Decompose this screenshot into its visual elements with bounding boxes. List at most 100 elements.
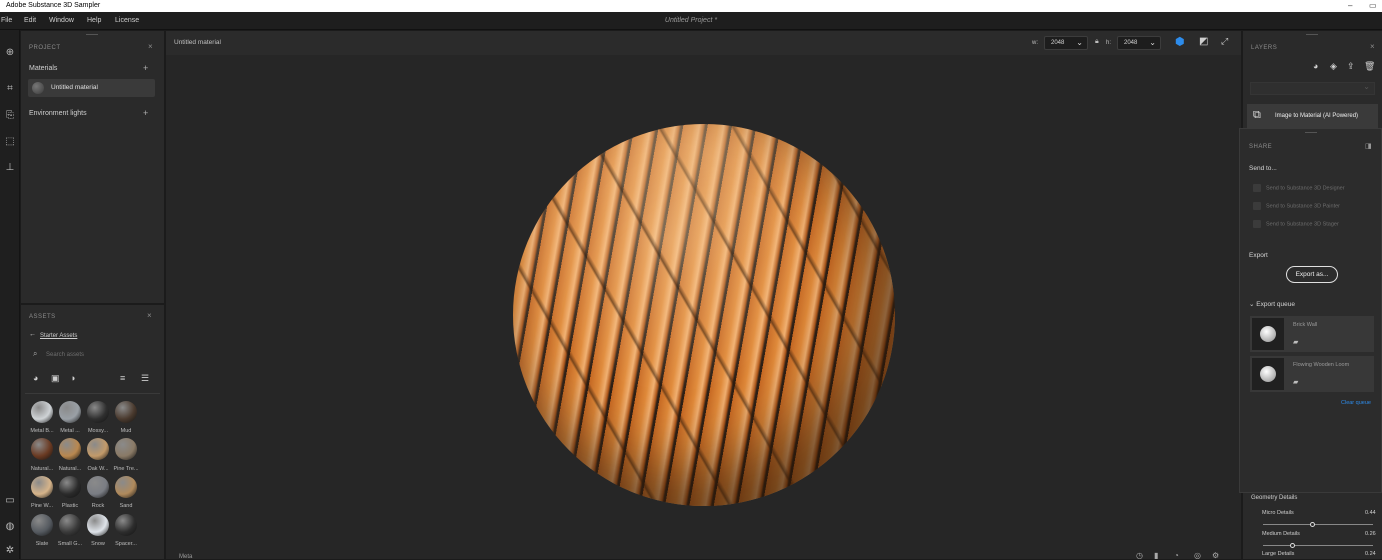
left-toolbar: ⊕ ⌗ ⎘ ⬚ ⊥ ▭ ◍ ✲ [0, 30, 20, 559]
sort-icon[interactable]: ≡ [120, 373, 125, 383]
fullscreen-icon[interactable]: ⤢ [1221, 36, 1228, 47]
add-material-icon[interactable]: + [143, 63, 148, 73]
document-icon[interactable]: ⎘ [3, 109, 17, 123]
panel-grip[interactable] [1305, 132, 1317, 133]
width-label: w: [1032, 40, 1038, 46]
asset-thumbnail[interactable] [59, 401, 81, 423]
project-title: Untitled Project * [664, 17, 718, 24]
asset-thumbnail[interactable] [87, 401, 109, 423]
height-label: h: [1106, 40, 1112, 46]
divider [25, 393, 160, 394]
material-preview-sphere[interactable] [513, 124, 895, 506]
delete-icon[interactable]: 🗑︎ [1364, 61, 1375, 72]
dock-icon[interactable]: ◨ [1365, 142, 1372, 150]
asset-thumbnail[interactable] [31, 514, 53, 536]
3d-view-icon[interactable]: ⬢ [1175, 35, 1185, 48]
asset-label: Pine Tre... [113, 466, 139, 472]
export-layer-icon[interactable]: ⇪ [1347, 61, 1355, 72]
search-input[interactable]: ⌕ Search assets [29, 349, 156, 363]
stamp-icon[interactable]: ⊥ [3, 161, 17, 175]
asset-thumbnail[interactable] [31, 401, 53, 423]
queue-item[interactable]: Brick Wall ▰ [1250, 316, 1374, 352]
list-view-icon[interactable]: ☰ [141, 373, 149, 384]
asset-label: Oak W... [87, 466, 109, 472]
folder-icon[interactable]: ▰ [1293, 338, 1298, 346]
image-to-material-icon: ⧉ [1253, 109, 1261, 121]
crop-icon[interactable]: ⌗ [3, 82, 17, 96]
export-label: Export [1249, 252, 1268, 259]
close-icon[interactable]: × [148, 42, 153, 51]
assets-panel: ASSETS × ← Starter Assets ⌕ Search asset… [21, 305, 164, 559]
asset-thumbnail[interactable] [31, 438, 53, 460]
add-icon[interactable]: ⊕ [3, 46, 17, 60]
asset-thumbnail[interactable] [87, 514, 109, 536]
send-target-stager[interactable]: Send to Substance 3D Stager [1253, 220, 1339, 228]
send-target-painter[interactable]: Send to Substance 3D Painter [1253, 202, 1340, 210]
image-filter-icon[interactable]: ▣ [51, 373, 60, 384]
add-material-layer-icon[interactable]: ◈ [1330, 61, 1337, 72]
clear-queue-link[interactable]: Clear queue [1341, 400, 1371, 406]
search-icon: ⌕ [33, 349, 38, 358]
asset-label: Metal ... [60, 428, 80, 434]
export-queue-label: Export queue [1256, 301, 1295, 308]
height-value: 2048 [1124, 40, 1138, 46]
layers-panel-header: LAYERS [1251, 45, 1278, 51]
asset-thumbnail[interactable] [115, 438, 137, 460]
param-label: Medium Details [1262, 531, 1300, 537]
2d-view-icon[interactable]: ◩ [1199, 36, 1208, 47]
queue-item[interactable]: Flowing Wooden Loom ▰ [1250, 356, 1374, 392]
settings-icon[interactable]: ✲ [3, 544, 17, 558]
asset-thumbnail[interactable] [87, 476, 109, 498]
panel-grip[interactable] [1306, 34, 1318, 35]
title-bar: Adobe Substance 3D Sampler – ▭ [0, 0, 1382, 12]
asset-thumbnail[interactable] [59, 514, 81, 536]
sphere-highlight [513, 124, 895, 506]
param-value: 0.24 [1365, 551, 1376, 557]
asset-thumbnail[interactable] [115, 514, 137, 536]
param-label: Micro Details [1262, 510, 1294, 516]
panel-grip[interactable] [86, 34, 98, 35]
micro-details-slider[interactable] [1263, 522, 1373, 527]
lock-icon[interactable]: 🔒︎ [1095, 38, 1099, 46]
substance-designer-icon [1253, 184, 1261, 192]
breadcrumb[interactable]: Starter Assets [40, 333, 77, 339]
folder-icon[interactable]: ▰ [1293, 378, 1298, 386]
queue-thumbnail [1252, 318, 1284, 350]
environment-filter-icon[interactable]: ◑ [70, 373, 75, 383]
material-filter-icon[interactable]: ◕ [33, 373, 38, 383]
maximize-button[interactable]: ▭ [1369, 1, 1377, 10]
menu-bar: File Edit Window Help License Untitled P… [0, 12, 1382, 30]
add-environment-light-icon[interactable]: + [143, 108, 148, 118]
asset-thumbnail[interactable] [59, 438, 81, 460]
material-item[interactable]: Untitled material [28, 79, 155, 97]
blend-mode-select[interactable]: ⌄ [1250, 82, 1375, 95]
layer-item[interactable]: ⧉ Image to Material (AI Powered) [1247, 104, 1378, 128]
queue-thumbnail [1252, 358, 1284, 390]
slider-knob[interactable] [1290, 543, 1295, 548]
frame-icon[interactable]: ⬚ [3, 135, 17, 149]
environment-lights-label: Environment lights [29, 110, 87, 117]
screen-icon[interactable]: ▭ [3, 494, 17, 508]
layer-item-label: Image to Material (AI Powered) [1275, 113, 1359, 119]
chevron-down-icon: ⌄ [1149, 38, 1156, 47]
send-target-designer[interactable]: Send to Substance 3D Designer [1253, 184, 1345, 192]
export-queue-toggle[interactable]: ⌄ Export queue [1249, 300, 1295, 308]
asset-thumbnail[interactable] [115, 401, 137, 423]
close-icon[interactable]: × [1370, 42, 1375, 51]
asset-thumbnail[interactable] [31, 476, 53, 498]
minimize-button[interactable]: – [1348, 1, 1352, 10]
asset-thumbnail[interactable] [59, 476, 81, 498]
viewport[interactable]: Untitled material w: 2048 ⌄ 🔒︎ h: 2048 ⌄… [166, 31, 1241, 560]
globe-icon[interactable]: ◍ [3, 520, 17, 534]
viewport-toolbar: Untitled material w: 2048 ⌄ 🔒︎ h: 2048 ⌄… [166, 31, 1241, 55]
slider-knob[interactable] [1310, 522, 1315, 527]
close-icon[interactable]: × [147, 311, 152, 320]
export-as-button[interactable]: Export as... [1286, 266, 1338, 283]
medium-details-slider[interactable] [1263, 543, 1373, 548]
asset-thumbnail[interactable] [87, 438, 109, 460]
back-arrow-icon[interactable]: ← [29, 331, 36, 338]
add-filter-icon[interactable]: ◕ [1313, 61, 1318, 71]
height-select[interactable]: 2048 ⌄ [1117, 36, 1161, 50]
width-select[interactable]: 2048 ⌄ [1044, 36, 1088, 50]
asset-thumbnail[interactable] [115, 476, 137, 498]
